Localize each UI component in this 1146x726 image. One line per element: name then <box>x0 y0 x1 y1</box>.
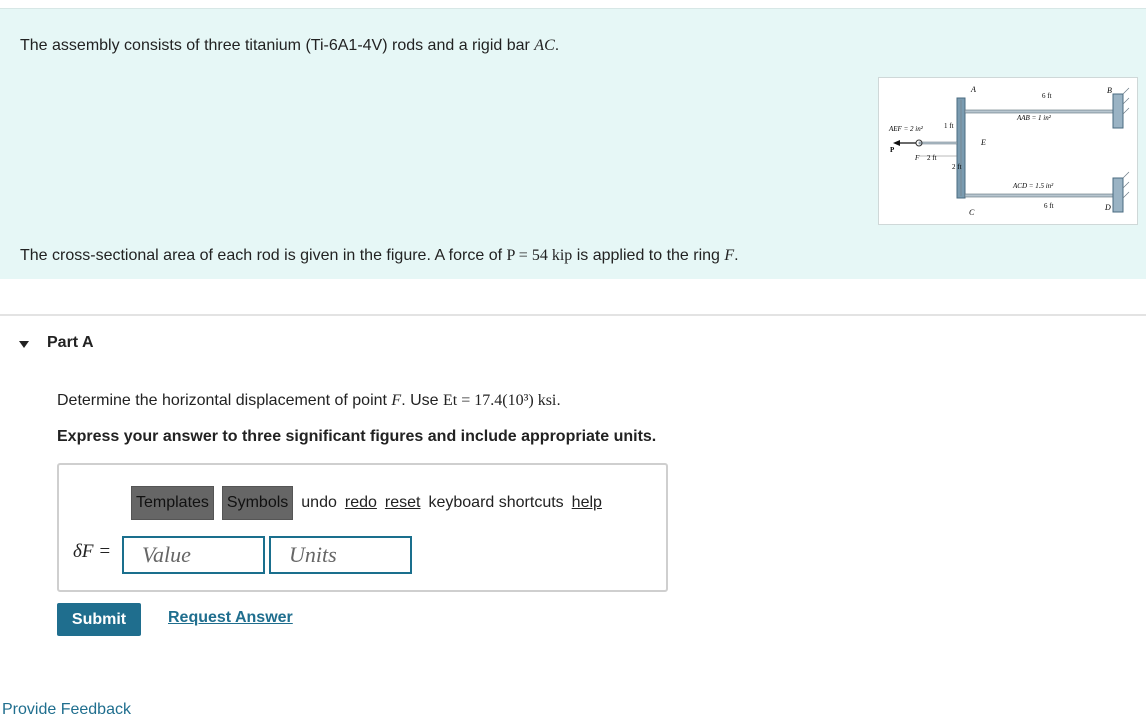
question-var: F <box>391 392 402 409</box>
fig-label-c: C <box>969 208 975 217</box>
intro-line1-end: . <box>554 37 560 54</box>
assembly-figure: A B C D E P F 6 ft 6 ft AAB = 1 in² ACD … <box>878 77 1138 225</box>
intro-line2-end: . <box>734 247 739 264</box>
request-answer-link[interactable]: Request Answer <box>168 609 293 627</box>
answer-box: Templates Symbols undo redo reset keyboa… <box>57 463 668 592</box>
force-equation: P = 54 kip <box>506 247 573 264</box>
modulus-equation: Et = 17.4(10³) ksi <box>443 392 557 409</box>
fig-label-a: A <box>970 85 976 94</box>
value-input[interactable] <box>122 536 265 574</box>
provide-feedback-link[interactable]: Provide Feedback <box>2 701 131 719</box>
fig-dim-2ft-vertical: 2 ft <box>952 163 962 171</box>
bar-label-var: AC <box>534 37 555 54</box>
problem-statement-panel: The assembly consists of three titanium … <box>0 8 1146 279</box>
help-button[interactable]: help <box>572 494 602 512</box>
undo-button[interactable]: undo <box>301 494 337 512</box>
fig-area-ef: AEF = 2 in² <box>888 125 924 133</box>
fig-label-d: D <box>1104 203 1111 212</box>
rod-ef <box>918 141 958 145</box>
collapse-caret-icon[interactable] <box>18 338 30 350</box>
fig-area-cd: ACD = 1.5 in² <box>1012 182 1054 190</box>
rod-ab <box>964 109 1114 114</box>
question-text: Determine the horizontal displacement of… <box>57 392 561 410</box>
question-end: . <box>556 392 561 409</box>
fig-dim-2ft-horizontal: 2 ft <box>927 154 937 162</box>
symbols-button[interactable]: Symbols <box>221 486 294 520</box>
fig-bottom-length: 6 ft <box>1044 202 1054 210</box>
units-input[interactable] <box>269 536 412 574</box>
section-divider <box>0 314 1146 316</box>
ring-var: F <box>724 247 735 264</box>
support-d <box>1112 177 1124 213</box>
math-toolbar: Templates Symbols undo redo reset keyboa… <box>131 483 602 523</box>
intro-line2-text-b: is applied to the ring <box>576 247 720 264</box>
reset-button[interactable]: reset <box>385 494 421 512</box>
submit-button[interactable]: Submit <box>57 603 141 636</box>
problem-intro-text: The assembly consists of three titanium … <box>20 37 559 55</box>
templates-button[interactable]: Templates <box>131 486 214 520</box>
fig-label-b: B <box>1107 86 1112 95</box>
answer-variable-label: δF = <box>73 541 112 562</box>
answer-instruction: Express your answer to three significant… <box>57 428 657 445</box>
support-b <box>1112 93 1124 129</box>
fig-label-p: P <box>890 146 895 154</box>
question-main: Determine the horizontal displacement of… <box>57 392 387 409</box>
part-a-title[interactable]: Part A <box>47 334 94 352</box>
fig-label-e: E <box>980 138 986 147</box>
fig-area-ab: AAB = 1 in² <box>1016 114 1052 122</box>
assembly-diagram: A B C D E P F 6 ft 6 ft AAB = 1 in² ACD … <box>888 85 1130 217</box>
keyboard-shortcuts-button[interactable]: keyboard shortcuts <box>428 494 563 512</box>
problem-load-text: The cross-sectional area of each rod is … <box>20 247 739 265</box>
intro-line1-text: The assembly consists of three titanium … <box>20 37 530 54</box>
question-use: . Use <box>401 392 439 409</box>
rod-cd <box>964 193 1114 198</box>
redo-button[interactable]: redo <box>345 494 377 512</box>
fig-label-f: F <box>914 154 920 162</box>
intro-line2-text: The cross-sectional area of each rod is … <box>20 247 503 264</box>
fig-dim-1ft: 1 ft <box>944 122 954 130</box>
fig-top-length: 6 ft <box>1042 92 1052 100</box>
